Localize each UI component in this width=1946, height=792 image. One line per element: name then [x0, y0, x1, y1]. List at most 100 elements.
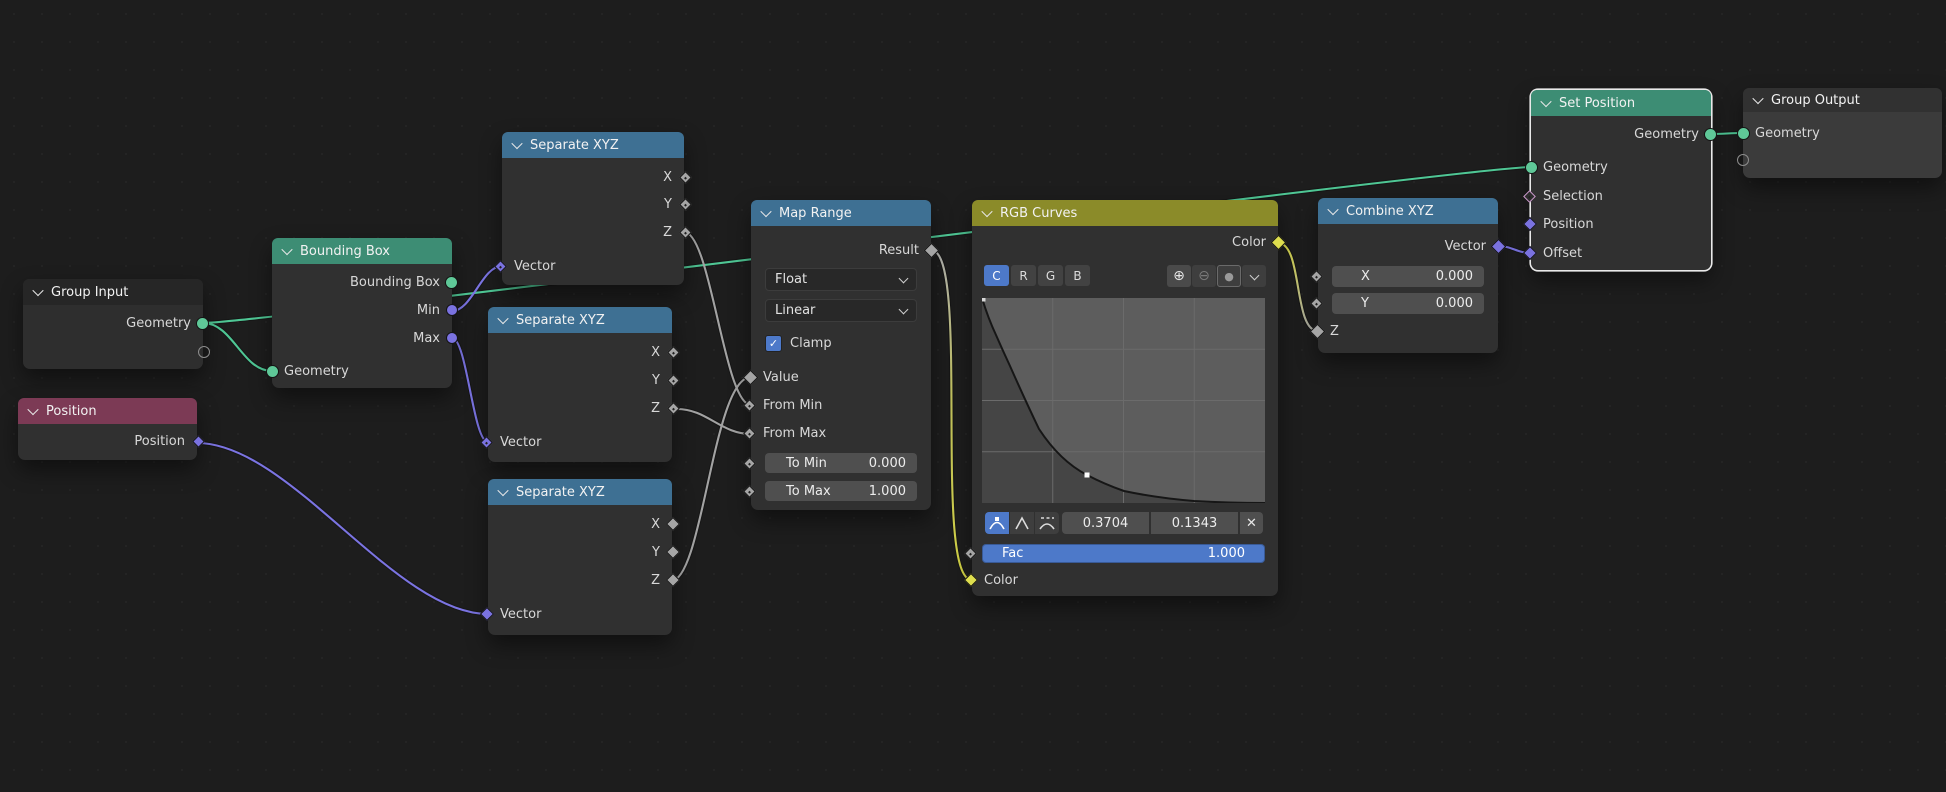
wire-position-to-separatexyz3	[197, 443, 488, 614]
socket-label: Position	[134, 434, 185, 449]
geometry-input-socket[interactable]	[1525, 161, 1538, 174]
node-set-position[interactable]: Set Position Geometry Geometry Selection…	[1531, 90, 1711, 270]
node-separate-xyz-2[interactable]: Separate XYZ X Y Z Vector	[488, 307, 672, 462]
node-header[interactable]: Position	[18, 398, 197, 424]
chevron-down-icon	[899, 304, 909, 314]
clamp-checkbox-row[interactable]: ✓ Clamp	[765, 333, 832, 353]
node-header[interactable]: Group Output	[1743, 88, 1942, 112]
output-row-max: Max	[272, 324, 452, 352]
node-header[interactable]: Bounding Box	[272, 238, 452, 264]
tools-dropdown-button[interactable]	[1242, 265, 1266, 287]
curve-widget[interactable]	[982, 298, 1265, 503]
curve-point-selected[interactable]	[1085, 473, 1090, 478]
socket-label: Vector	[1445, 239, 1486, 254]
node-group-output[interactable]: Group Output Geometry	[1743, 88, 1942, 178]
zoom-out-icon[interactable]: ⊖	[1192, 265, 1216, 287]
close-icon: ✕	[1246, 516, 1257, 531]
node-separate-xyz-1[interactable]: Separate XYZ X Y Z Vector	[502, 132, 684, 285]
to-max-value: 1.000	[869, 484, 906, 499]
node-title: Map Range	[779, 206, 852, 221]
input-row-z: Z	[1318, 317, 1498, 345]
collapse-chevron-icon[interactable]	[32, 285, 43, 296]
data-type-value: Float	[775, 272, 807, 287]
collapse-chevron-icon[interactable]	[760, 206, 771, 217]
output-row-y: Y	[488, 538, 672, 566]
channel-g-button[interactable]: G	[1038, 265, 1063, 286]
node-title: Set Position	[1559, 96, 1635, 111]
collapse-chevron-icon[interactable]	[511, 138, 522, 149]
point-y-value: 0.1343	[1172, 516, 1218, 531]
geometry-input-socket[interactable]	[1737, 127, 1750, 140]
output-row-result: Result	[751, 236, 931, 264]
node-header[interactable]: Separate XYZ	[488, 307, 672, 333]
collapse-chevron-icon[interactable]	[281, 244, 292, 255]
node-header[interactable]: Group Input	[23, 279, 203, 305]
output-row-y: Y	[488, 366, 672, 394]
collapse-chevron-icon[interactable]	[1540, 96, 1551, 107]
node-bounding-box[interactable]: Bounding Box Bounding Box Min Max Geomet…	[272, 238, 452, 388]
collapse-chevron-icon[interactable]	[27, 404, 38, 415]
wire-sep2z-to-frommax	[677, 409, 751, 434]
clipping-toggle-icon[interactable]: ●	[1217, 265, 1241, 287]
node-rgb-curves[interactable]: RGB Curves Color C R G B ⊕ ⊖ ●	[972, 200, 1278, 596]
socket-label: Geometry	[126, 316, 191, 331]
collapse-chevron-icon[interactable]	[497, 313, 508, 324]
handle-auto-clamped-button[interactable]	[1035, 512, 1059, 534]
node-header[interactable]: Combine XYZ	[1318, 198, 1498, 224]
curve-point-start[interactable]	[982, 298, 986, 302]
socket-label: Geometry	[1634, 127, 1699, 142]
max-output-socket[interactable]	[446, 332, 458, 344]
node-title: Separate XYZ	[530, 138, 619, 153]
collapse-chevron-icon[interactable]	[1327, 204, 1338, 215]
node-separate-xyz-3[interactable]: Separate XYZ X Y Z Vector	[488, 479, 672, 635]
data-type-dropdown[interactable]: Float	[765, 268, 917, 291]
socket-label: X	[651, 517, 660, 532]
geometry-output-socket[interactable]	[1704, 128, 1717, 141]
y-field[interactable]: Y 0.000	[1332, 293, 1484, 314]
handle-vector-button[interactable]	[1010, 512, 1034, 534]
node-title: RGB Curves	[1000, 206, 1077, 221]
node-map-range[interactable]: Map Range Result Float Linear ✓ Clamp Va…	[751, 200, 931, 510]
wire-max-to-separatexyz2	[452, 338, 488, 442]
socket-label: Offset	[1543, 246, 1582, 261]
to-max-field[interactable]: To Max 1.000	[765, 481, 917, 501]
node-header[interactable]: Separate XYZ	[502, 132, 684, 158]
socket-label: Max	[413, 331, 440, 346]
socket-label: Geometry	[1755, 126, 1820, 141]
min-output-socket[interactable]	[446, 304, 458, 316]
node-header[interactable]: Map Range	[751, 200, 931, 226]
virtual-input-socket[interactable]	[1737, 154, 1749, 166]
interpolation-dropdown[interactable]: Linear	[765, 299, 917, 322]
fac-slider[interactable]: Fac 1.000	[982, 544, 1265, 563]
delete-point-button[interactable]: ✕	[1240, 512, 1263, 534]
point-x-field[interactable]: 0.3704	[1062, 512, 1149, 534]
checkbox-checked-icon[interactable]: ✓	[765, 335, 782, 352]
node-editor-canvas[interactable]: Group Input Geometry Position Position B…	[0, 0, 1946, 792]
collapse-chevron-icon[interactable]	[1752, 93, 1763, 104]
point-y-field[interactable]: 0.1343	[1151, 512, 1238, 534]
node-position[interactable]: Position Position	[18, 398, 197, 460]
node-title: Separate XYZ	[516, 485, 605, 500]
to-min-field[interactable]: To Min 0.000	[765, 453, 917, 473]
node-combine-xyz[interactable]: Combine XYZ Vector X 0.000 Y 0.000 Z	[1318, 198, 1498, 353]
node-header[interactable]: Set Position	[1531, 90, 1711, 116]
geometry-output-socket[interactable]	[196, 317, 209, 330]
node-group-input[interactable]: Group Input Geometry	[23, 279, 203, 369]
geometry-input-socket[interactable]	[266, 365, 279, 378]
virtual-output-socket[interactable]	[198, 346, 210, 358]
collapse-chevron-icon[interactable]	[497, 485, 508, 496]
node-header[interactable]: RGB Curves	[972, 200, 1278, 226]
x-field[interactable]: X 0.000	[1332, 266, 1484, 287]
collapse-chevron-icon[interactable]	[981, 206, 992, 217]
node-header[interactable]: Separate XYZ	[488, 479, 672, 505]
output-row-x: X	[488, 510, 672, 538]
bounding-box-output-socket[interactable]	[445, 276, 458, 289]
channel-r-button[interactable]: R	[1011, 265, 1036, 286]
input-row-color: Color	[972, 566, 1278, 594]
channel-c-button[interactable]: C	[984, 265, 1009, 286]
interpolation-value: Linear	[775, 303, 815, 318]
handle-auto-button[interactable]	[985, 512, 1009, 534]
channel-b-button[interactable]: B	[1065, 265, 1090, 286]
zoom-in-icon[interactable]: ⊕	[1167, 265, 1191, 287]
socket-label: Bounding Box	[350, 275, 440, 290]
